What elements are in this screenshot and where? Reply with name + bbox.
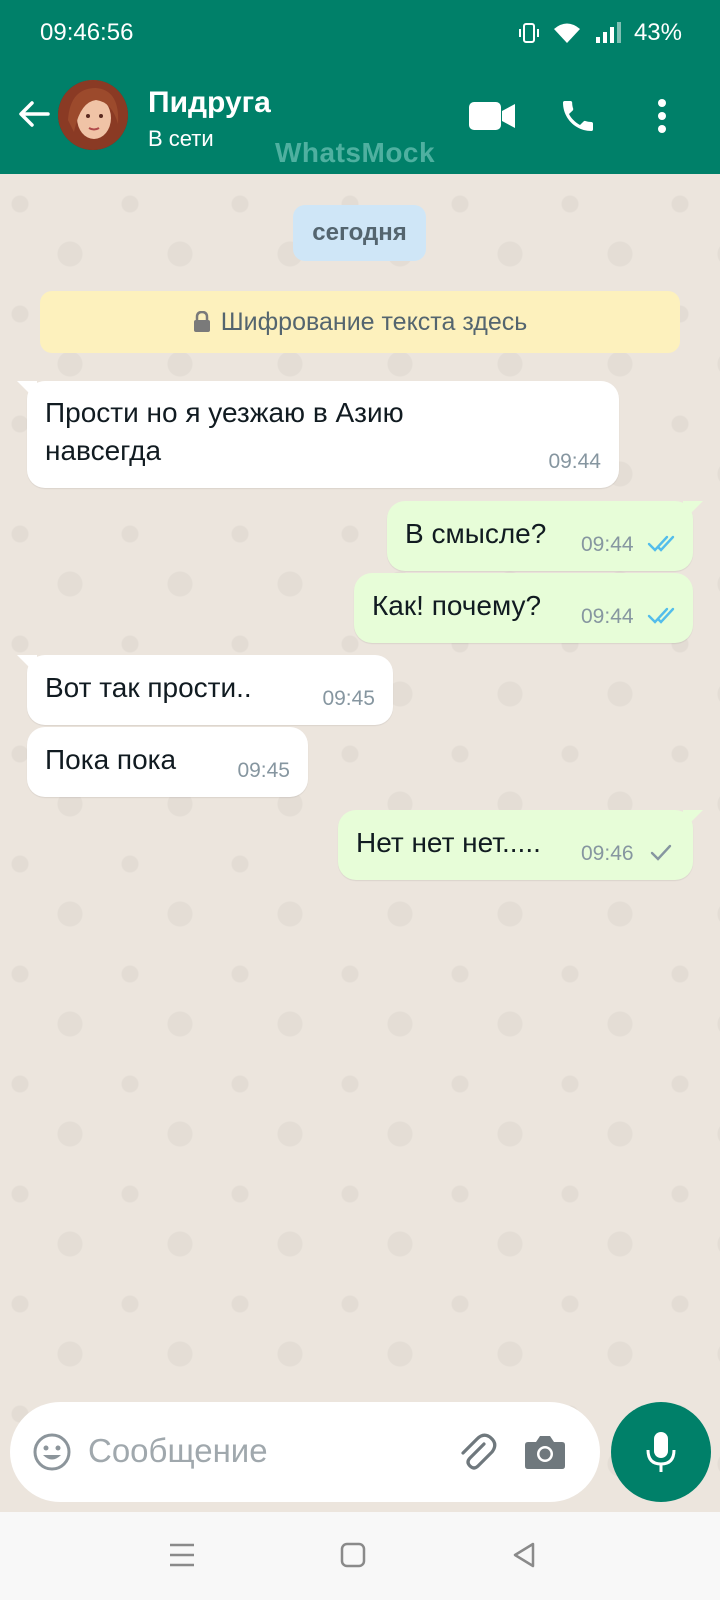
- watermark: WhatsMock: [275, 137, 436, 168]
- camera-icon[interactable]: [524, 1432, 566, 1470]
- message-bubble-incoming[interactable]: Пока пока 09:45: [27, 727, 308, 797]
- avatar[interactable]: [58, 80, 128, 150]
- contact-name[interactable]: Пидруга: [148, 86, 271, 120]
- message-text: навсегда: [45, 435, 162, 466]
- message-input[interactable]: Сообщение: [88, 1432, 268, 1470]
- message-composer[interactable]: Сообщение: [10, 1402, 600, 1502]
- status-bar: 09:46:56 43%: [0, 0, 720, 66]
- message-bubble-outgoing[interactable]: В смысле? 09:44: [387, 501, 703, 571]
- contact-status: В сети: [148, 126, 214, 151]
- message-time: 09:44: [581, 533, 634, 556]
- message-text: Пока пока: [45, 744, 177, 775]
- encryption-notice[interactable]: Шифрование текста здесь: [40, 291, 680, 353]
- message-time: 09:44: [548, 450, 601, 473]
- message-text: Вот так прости..: [45, 672, 252, 703]
- clock: 09:46:56: [40, 19, 134, 46]
- message-time: 09:45: [322, 687, 375, 710]
- message-bubble-outgoing[interactable]: Нет нет нет..... 09:46: [338, 810, 703, 880]
- mic-button[interactable]: [611, 1402, 711, 1502]
- message-bubble-incoming[interactable]: Прости но я уезжаю в Азию навсегда 09:44: [17, 381, 619, 488]
- encryption-text: Шифрование текста здесь: [220, 307, 528, 336]
- read-double-tick-icon: [647, 607, 675, 624]
- status-icons: 43%: [518, 19, 682, 47]
- back-nav-icon[interactable]: [512, 1542, 536, 1568]
- message-time: 09:46: [581, 842, 634, 865]
- message-time: 09:45: [237, 759, 290, 782]
- home-icon[interactable]: [340, 1542, 366, 1568]
- more-options-icon[interactable]: [636, 90, 688, 142]
- lock-icon: [193, 311, 210, 332]
- battery-percent: 43%: [633, 19, 682, 46]
- voice-call-icon[interactable]: [552, 90, 604, 142]
- date-chip: сегодня: [293, 205, 426, 261]
- wifi-icon: [553, 23, 580, 43]
- message-bubble-outgoing[interactable]: Как! почему? 09:44: [354, 573, 693, 643]
- message-text: В смысле?: [405, 518, 547, 549]
- signal-icon: [595, 22, 621, 43]
- attach-icon[interactable]: [454, 1430, 498, 1474]
- message-bubble-incoming[interactable]: Вот так прости.. 09:45: [17, 655, 393, 725]
- mic-icon: [646, 1432, 676, 1472]
- message-text: Прости но я уезжаю в Азию: [45, 397, 404, 428]
- recents-icon[interactable]: [168, 1542, 196, 1568]
- system-navbar: [0, 1512, 720, 1600]
- sent-tick-icon: [650, 844, 672, 861]
- emoji-icon[interactable]: [32, 1432, 72, 1472]
- back-arrow-icon[interactable]: [14, 94, 54, 134]
- video-call-icon[interactable]: [466, 90, 518, 142]
- message-text: Нет нет нет.....: [356, 827, 541, 858]
- vibrate-icon: [518, 23, 539, 43]
- read-double-tick-icon: [647, 535, 675, 552]
- chat-header: Пидруга В сети WhatsMock: [0, 66, 720, 174]
- message-time: 09:44: [581, 605, 634, 628]
- message-text: Как! почему?: [372, 590, 542, 621]
